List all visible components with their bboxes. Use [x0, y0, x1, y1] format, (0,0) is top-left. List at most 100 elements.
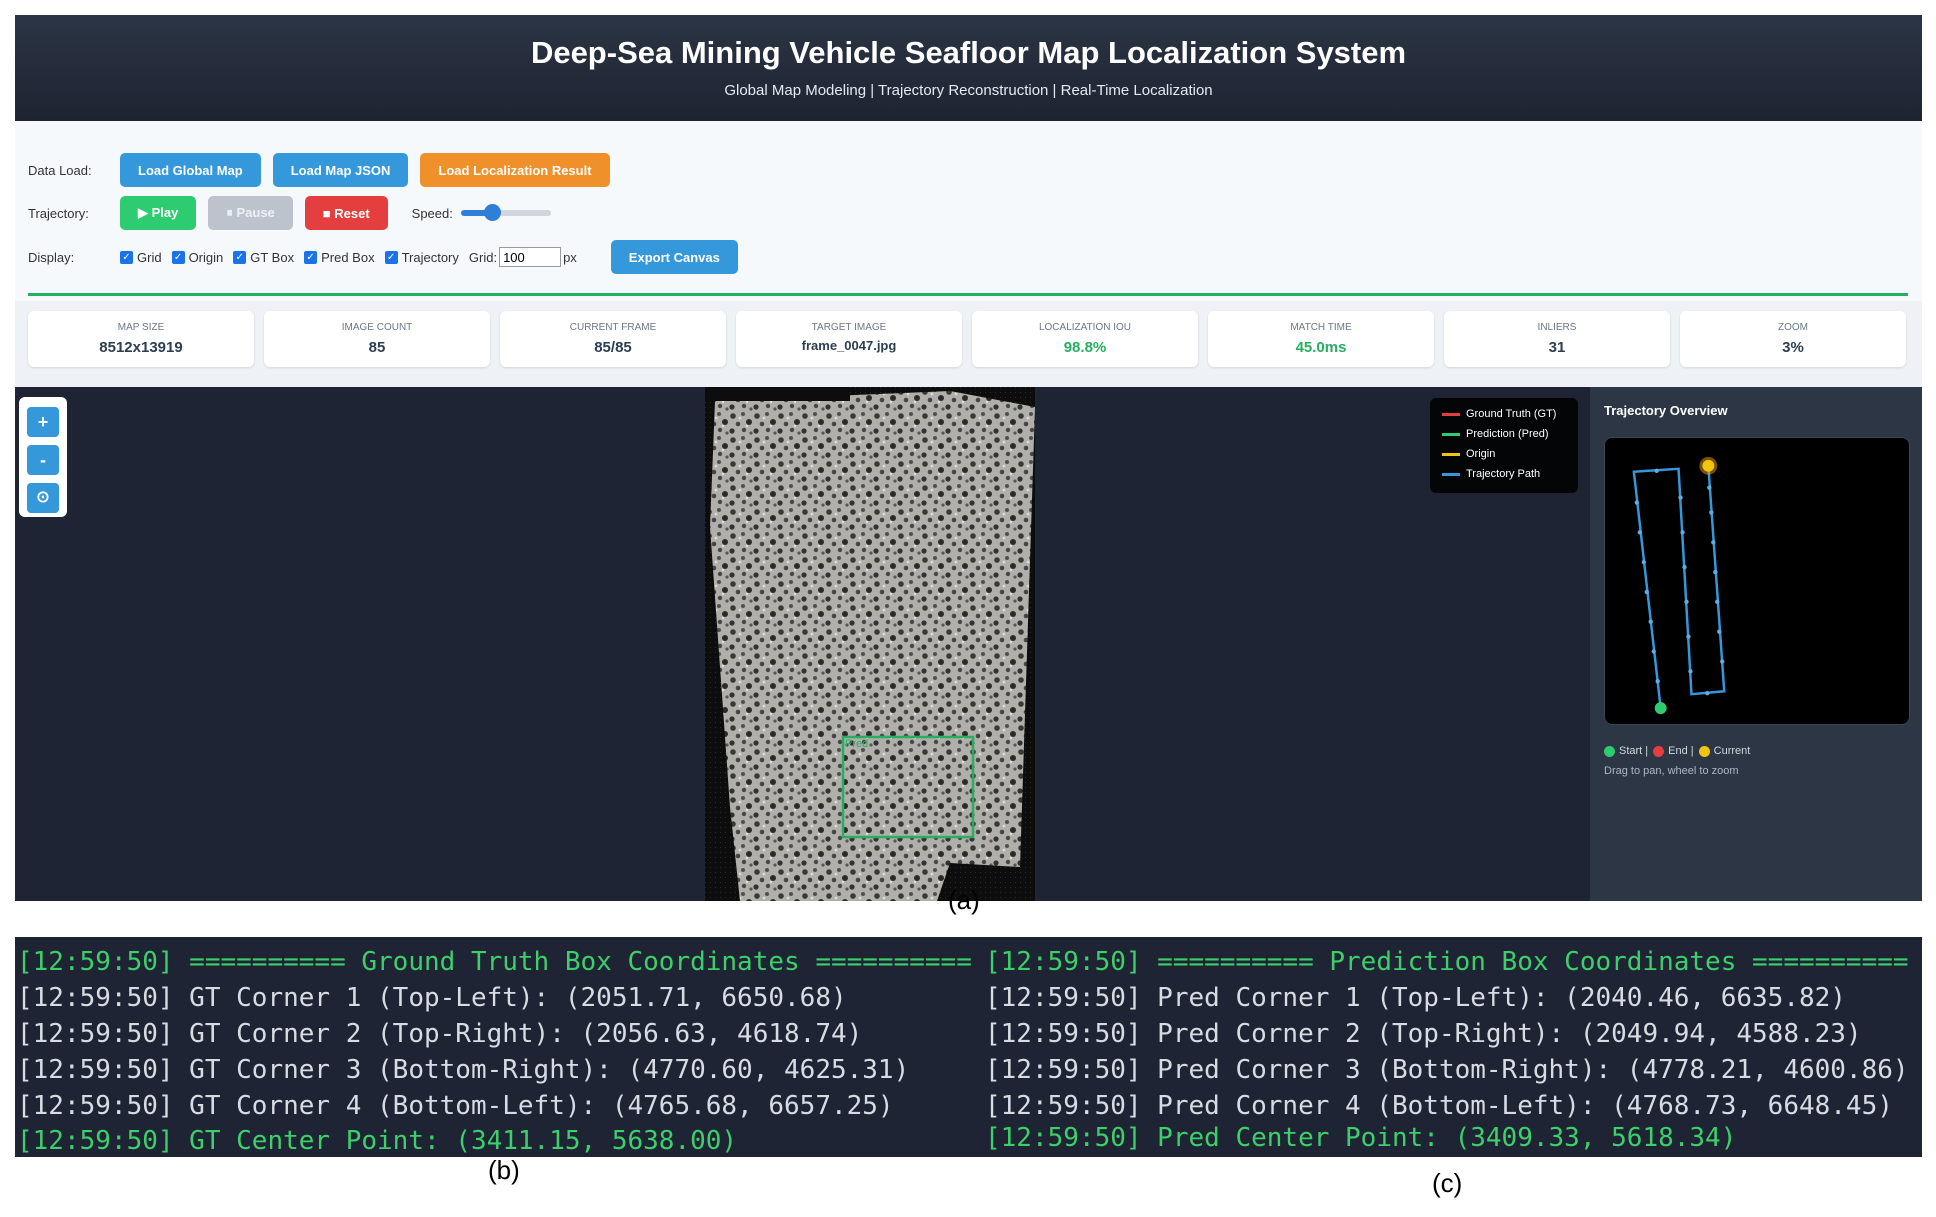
seafloor-map-image: Pred	[705, 387, 1035, 901]
legend-item-prediction: Prediction (Pred)	[1442, 428, 1549, 440]
overview-title: Trajectory Overview	[1604, 403, 1728, 418]
stat-zoom: ZOOM 3%	[1680, 311, 1906, 367]
pred-log-line: [12:59:50] Pred Corner 4 (Bottom-Left): …	[985, 1091, 1893, 1121]
gt-log-line: [12:59:50] GT Corner 3 (Bottom-Right): (…	[17, 1055, 910, 1085]
gt-log-line: [12:59:50] GT Corner 2 (Top-Right): (205…	[17, 1019, 863, 1049]
overview-legend-start: Start |	[1619, 745, 1649, 757]
caption-b: (b)	[488, 1155, 520, 1185]
progress-bar	[28, 293, 1908, 296]
reset-button[interactable]: ■ Reset	[304, 196, 388, 230]
map-legend: Ground Truth (GT) Prediction (Pred) Orig…	[1430, 398, 1578, 493]
load-map-json-button[interactable]: Load Map JSON	[272, 153, 409, 187]
stat-value: 8512x13919	[99, 339, 183, 356]
stat-value: 85	[368, 339, 386, 356]
load-localization-result-button[interactable]: Load Localization Result	[420, 153, 610, 187]
page-title: Deep-Sea Mining Vehicle Seafloor Map Loc…	[530, 35, 1407, 70]
trajectory-current-marker	[1702, 459, 1715, 472]
checkbox-check-icon: ✓	[171, 250, 185, 264]
play-button[interactable]: ▶ Play	[120, 196, 197, 230]
grid-checkbox[interactable]: ✓ Grid	[120, 250, 162, 265]
origin-checkbox-label: Origin	[188, 249, 224, 265]
end-dot-icon	[1653, 745, 1665, 757]
legend-swatch	[1442, 432, 1460, 436]
pred-box-checkbox[interactable]: ✓ Pred Box	[304, 249, 375, 265]
legend-swatch	[1442, 412, 1460, 416]
stat-value: frame_0047.jpg	[801, 338, 897, 353]
checkbox-check-icon: ✓	[384, 250, 398, 264]
stat-value: 45.0ms	[1295, 339, 1347, 356]
grid-size-input[interactable]	[499, 247, 562, 267]
pred-log-line: [12:59:50] Pred Corner 1 (Top-Left): (20…	[985, 983, 1846, 1013]
stat-label: MATCH TIME	[1290, 322, 1352, 333]
trajectory-checkbox[interactable]: ✓ Trajectory	[384, 249, 459, 265]
legend-swatch	[1442, 452, 1460, 456]
stat-localization-iou: LOCALIZATION IOU 98.8%	[972, 311, 1198, 367]
gt-log-line: [12:59:50] GT Corner 4 (Bottom-Left): (4…	[17, 1091, 894, 1121]
pred-log-line: [12:59:50] Pred Corner 3 (Bottom-Right):…	[985, 1055, 1909, 1085]
gt-box-checkbox-label: GT Box	[250, 249, 295, 265]
stat-target-image: TARGET IMAGE frame_0047.jpg	[736, 311, 962, 367]
pred-box-checkbox-label: Pred Box	[321, 249, 375, 265]
legend-label: Origin	[1466, 448, 1496, 460]
page-subtitle: Global Map Modeling | Trajectory Reconst…	[724, 82, 1213, 99]
data-load-label: Data Load:	[28, 162, 92, 178]
stats-bar: MAP SIZE 8512x13919 IMAGE COUNT 85 CURRE…	[15, 301, 1922, 387]
trajectory-row: Trajectory: ▶ Play ⏸ Pause ■ Reset Speed…	[28, 196, 551, 230]
trajectory-label: Trajectory:	[28, 205, 89, 221]
stat-label: TARGET IMAGE	[811, 322, 887, 333]
pause-button[interactable]: ⏸ Pause	[208, 196, 293, 230]
trajectory-checkbox-label: Trajectory	[401, 249, 459, 265]
stat-label: INLIERS	[1537, 322, 1577, 333]
stat-value: 98.8%	[1063, 339, 1107, 356]
speed-slider-handle[interactable]	[484, 204, 502, 221]
map-canvas[interactable]: + - ⊙ Pred Ground Truth (GT) Prediction …	[15, 387, 1590, 901]
gt-log-header: [12:59:50] ========== Ground Truth Box C…	[17, 947, 972, 977]
stat-label: ZOOM	[1778, 322, 1808, 333]
pred-log-header: [12:59:50] ========== Prediction Box Coo…	[985, 947, 1909, 977]
caption-a: (a)	[948, 885, 980, 915]
zoom-controls: + - ⊙	[19, 397, 67, 517]
gt-log-line: [12:59:50] GT Corner 1 (Top-Left): (2051…	[17, 983, 847, 1013]
checkbox-check-icon: ✓	[233, 250, 247, 264]
legend-label: Ground Truth (GT)	[1466, 408, 1557, 420]
log-console: [12:59:50] ========== Ground Truth Box C…	[15, 937, 1922, 1157]
zoom-in-button[interactable]: +	[27, 407, 59, 437]
stat-map-size: MAP SIZE 8512x13919	[28, 311, 254, 367]
pred-box-label: Pred	[845, 738, 868, 750]
stat-match-time: MATCH TIME 45.0ms	[1208, 311, 1434, 367]
overview-legend-end: End |	[1668, 745, 1694, 757]
legend-label: Prediction (Pred)	[1466, 428, 1549, 440]
data-load-row: Data Load: Load Global Map Load Map JSON…	[28, 153, 622, 187]
grid-size-label: Grid:	[468, 249, 498, 265]
gt-box-checkbox[interactable]: ✓ GT Box	[233, 250, 294, 265]
stat-value: 3%	[1782, 339, 1804, 356]
app-header: Deep-Sea Mining Vehicle Seafloor Map Loc…	[15, 15, 1922, 121]
trajectory-overview-panel: Trajectory Overview Start | End | Curren…	[1590, 387, 1922, 901]
trajectory-overview-canvas[interactable]	[1604, 437, 1910, 725]
speed-label: Speed:	[411, 205, 453, 221]
speed-slider[interactable]	[460, 204, 551, 221]
grid-checkbox-label: Grid	[137, 249, 162, 265]
legend-item-trajectory-path: Trajectory Path	[1442, 468, 1540, 480]
origin-checkbox[interactable]: ✓ Origin	[171, 249, 224, 265]
overview-hint: Drag to pan, wheel to zoom	[1604, 765, 1739, 777]
trajectory-start-marker	[1654, 702, 1667, 715]
export-canvas-button[interactable]: Export Canvas	[610, 240, 738, 274]
legend-swatch	[1442, 472, 1460, 476]
overview-legend-current: Current	[1713, 745, 1751, 757]
checkbox-check-icon: ✓	[120, 250, 133, 264]
caption-c: (c)	[1432, 1168, 1463, 1198]
stat-inliers: INLIERS 31	[1444, 311, 1670, 367]
reset-view-button[interactable]: ⊙	[27, 483, 59, 513]
stat-image-count: IMAGE COUNT 85	[264, 311, 490, 367]
stat-label: LOCALIZATION IOU	[1038, 322, 1132, 333]
pred-log-center: [12:59:50] Pred Center Point: (3409.33, …	[985, 1123, 1737, 1153]
load-global-map-button[interactable]: Load Global Map	[120, 153, 261, 187]
display-label: Display:	[28, 249, 75, 265]
grid-size-unit: px	[563, 249, 577, 265]
legend-item-ground-truth: Ground Truth (GT)	[1442, 408, 1556, 420]
checkbox-check-icon: ✓	[304, 250, 318, 264]
zoom-out-button[interactable]: -	[27, 445, 59, 475]
legend-label: Trajectory Path	[1466, 468, 1541, 480]
app-window: Deep-Sea Mining Vehicle Seafloor Map Loc…	[15, 15, 1922, 901]
